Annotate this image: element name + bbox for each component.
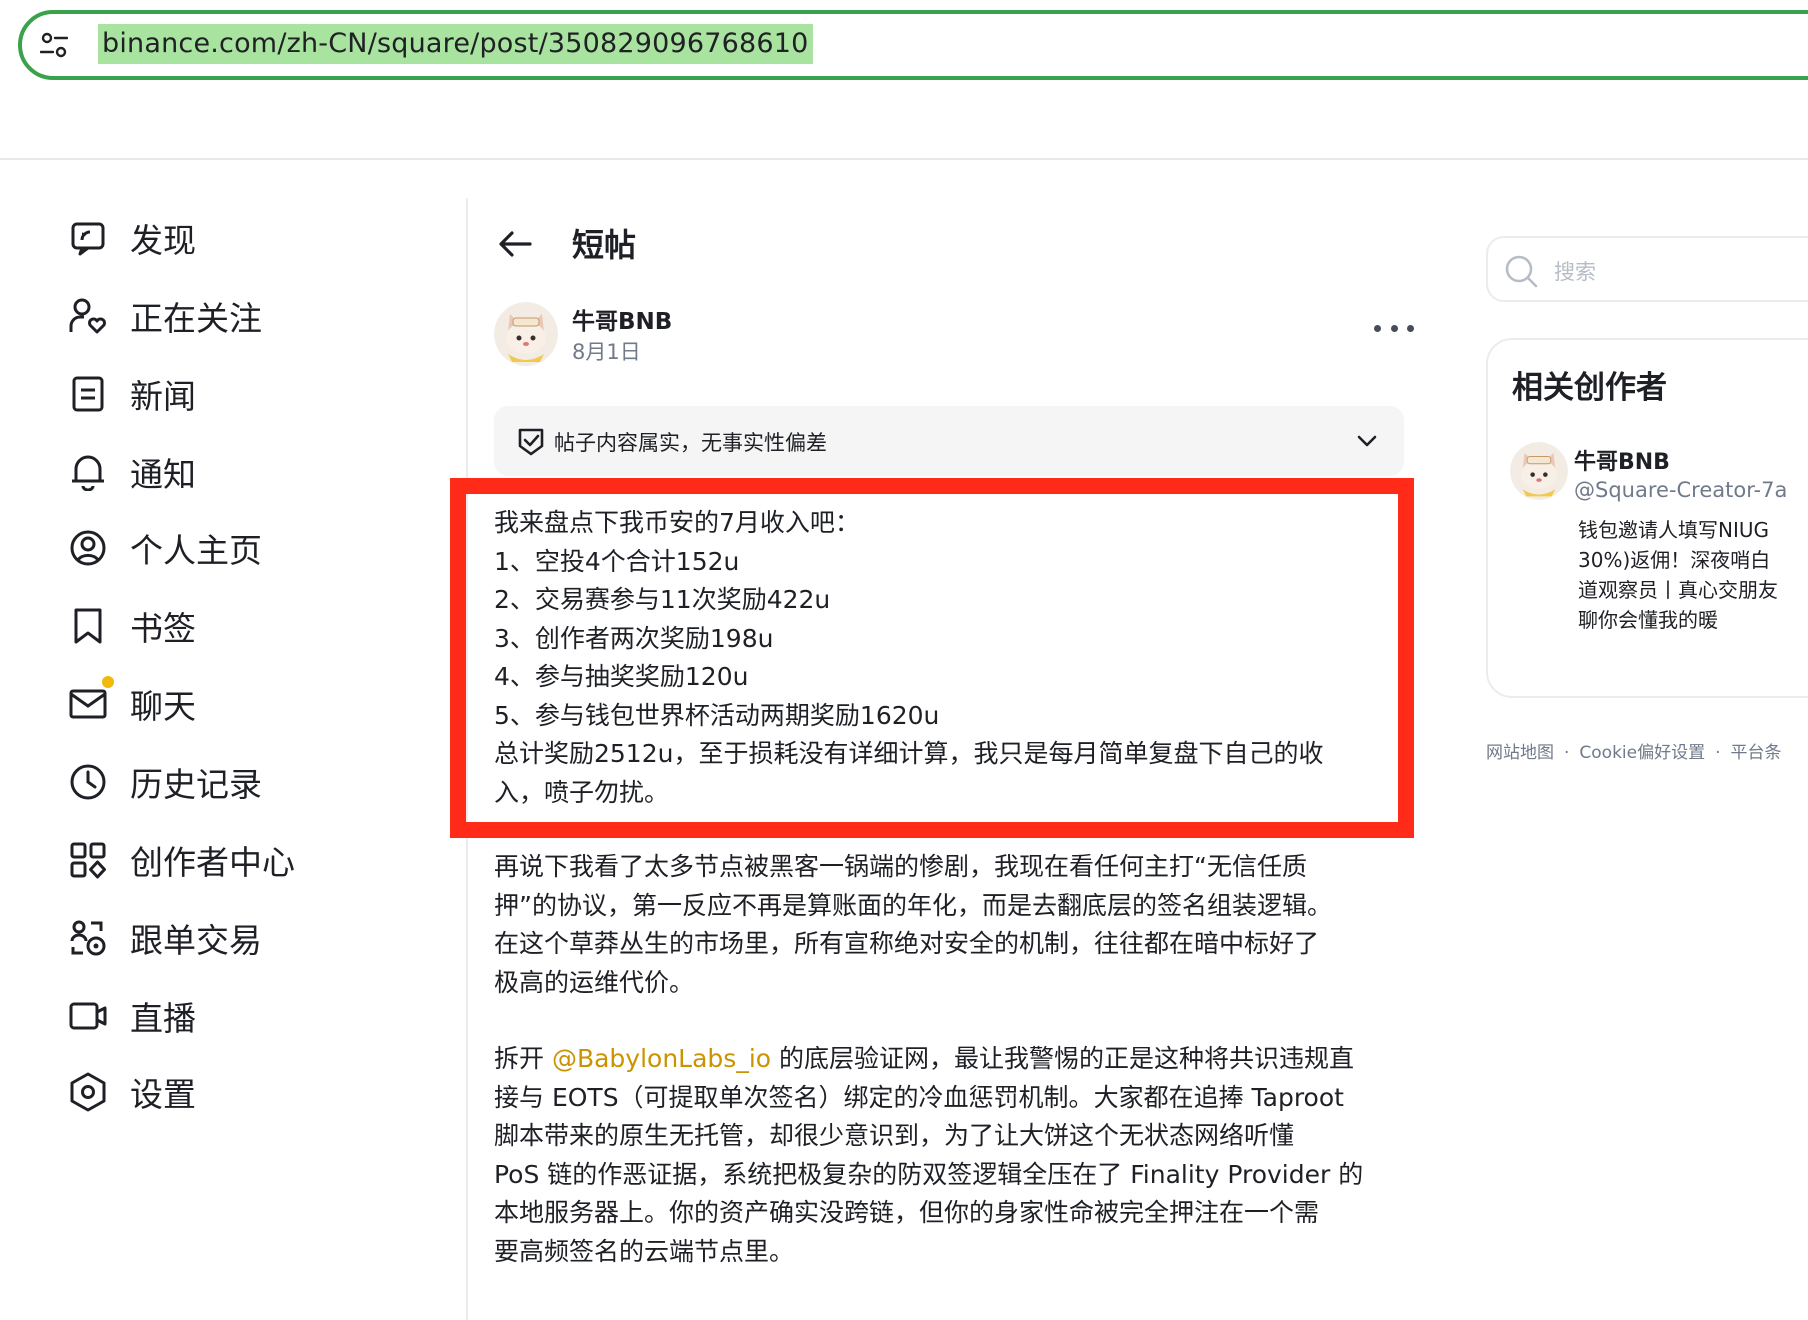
bookmark-icon [66, 604, 110, 648]
post-line: 再说下我看了太多节点被黑客一锅端的惨剧，我现在看任何主打“无信任质 [494, 852, 1307, 881]
sidebar-item-label: 设置 [130, 1075, 196, 1114]
search-placeholder: 搜索 [1554, 260, 1596, 284]
news-icon [66, 372, 110, 416]
sidebar-item-bookmarks[interactable]: 书签 [66, 596, 196, 656]
discover-icon [66, 216, 110, 260]
browser-toolbar: binance.com/zh-CN/square/post/3508290967… [0, 0, 1808, 160]
creator-bio: 钱包邀请人填写NIUG 30%)返佣！深夜哨白 道观察员丨真心交朋友 聊你会懂我… [1578, 515, 1808, 635]
fact-check-text: 帖子内容属实，无事实性偏差 [554, 431, 827, 455]
bell-icon [66, 450, 110, 494]
sidebar-item-label: 书签 [130, 609, 196, 648]
grid-icon [66, 838, 110, 882]
post-content-highlighted: 我来盘点下我币安的7月收入吧： 1、空投4个合计152u 2、交易赛参与11次奖… [494, 504, 1404, 812]
sidebar-item-discover[interactable]: 发现 [66, 208, 196, 268]
post-line: 5、参与钱包世界杯活动两期奖励1620u [494, 700, 940, 730]
sidebar-item-label: 聊天 [130, 687, 196, 726]
sidebar-item-label: 发现 [130, 221, 196, 260]
address-bar[interactable]: binance.com/zh-CN/square/post/3508290967… [18, 10, 1808, 80]
search-input[interactable]: 搜索 [1486, 236, 1808, 302]
post-line: 脚本带来的原生无托管，却很少意识到，为了让大饼这个无状态网络听懂 [494, 1121, 1295, 1150]
post-line: 要高频签名的云端节点里。 [494, 1236, 795, 1266]
footer-links: 网站地图 · Cookie偏好设置 · 平台条 [1486, 738, 1782, 763]
right-panel: 搜索 相关创作者 牛哥BNB @Square-Creator-7a 钱包邀请人填… [1434, 198, 1808, 1320]
post-line: 2、交易赛参与11次奖励422u [494, 585, 831, 614]
url-text[interactable]: binance.com/zh-CN/square/post/3508290967… [98, 24, 813, 64]
video-icon [66, 994, 110, 1038]
mention-link[interactable]: @BabylonLabs_io [552, 1044, 771, 1073]
post-line: 极高的运维代价。 [494, 967, 695, 997]
more-options-icon[interactable] [1374, 318, 1414, 338]
post-line: 4、参与抽奖奖励120u [494, 662, 749, 691]
post-line: 我来盘点下我币安的7月收入吧： [494, 508, 860, 537]
post-date: 8月1日 [572, 340, 641, 364]
creator-avatar[interactable] [1510, 442, 1568, 500]
page-title: 短帖 [572, 226, 637, 264]
author-name[interactable]: 牛哥BNB [572, 302, 672, 336]
settings-icon [66, 1070, 110, 1114]
sidebar-item-label: 直播 [130, 999, 196, 1038]
footer-link-cookie[interactable]: Cookie偏好设置 [1579, 743, 1705, 763]
sidebar-item-label: 正在关注 [130, 299, 262, 338]
fact-check-banner[interactable]: 帖子内容属实，无事实性偏差 [494, 406, 1404, 476]
following-icon [66, 294, 110, 338]
separator-dot: · [1715, 743, 1721, 763]
sidebar-item-label: 跟单交易 [130, 921, 262, 960]
sidebar-item-label: 个人主页 [130, 531, 262, 570]
sidebar-item-label: 创作者中心 [130, 843, 295, 882]
mail-icon [66, 676, 114, 726]
post-line: 在这个草莽丛生的市场里，所有宣称绝对安全的机制，往往都在暗中标好了 [494, 929, 1320, 958]
post-line: 入，喷子勿扰。 [494, 777, 670, 807]
sidebar-nav: 发现 正在关注 新闻 通知 个人主页 书签 聊天 历史记录 创作者中心 跟单交易… [0, 198, 468, 1320]
sidebar-item-copy-trading[interactable]: 跟单交易 [66, 908, 262, 968]
sidebar-item-creator-center[interactable]: 创作者中心 [66, 830, 295, 890]
sidebar-item-chat[interactable]: 聊天 [66, 674, 196, 734]
footer-link-sitemap[interactable]: 网站地图 [1486, 743, 1554, 763]
post-line: 拆开 @BabylonLabs_io 的底层验证网，最让我警惕的正是这种将共识违… [494, 1040, 1404, 1079]
separator-dot: · [1564, 743, 1570, 763]
sidebar-item-settings[interactable]: 设置 [66, 1062, 196, 1122]
post-line: 总计奖励2512u，至于损耗没有详细计算，我只是每月简单复盘下自己的收 [494, 739, 1324, 768]
sidebar-item-profile[interactable]: 个人主页 [66, 518, 262, 578]
bio-line: 30%)返佣！深夜哨白 [1578, 548, 1771, 572]
back-arrow-icon[interactable] [496, 226, 536, 262]
shield-check-icon [518, 428, 544, 456]
copy-trade-icon [66, 916, 110, 960]
footer-link-terms[interactable]: 平台条 [1731, 743, 1782, 763]
sidebar-item-following[interactable]: 正在关注 [66, 286, 262, 346]
sidebar-item-notifications[interactable]: 通知 [66, 442, 196, 502]
post-line: 1、空投4个合计152u [494, 546, 740, 576]
post-line: 押”的协议，第一反应不再是算账面的年化，而是去翻底层的签名组装逻辑。 [494, 890, 1332, 920]
post-text: 拆开 [494, 1044, 552, 1073]
post-detail: 短帖 牛哥BNB 8月1日 帖子内容属实，无事实性偏差 我来盘点下我币安的7月收… [450, 198, 1432, 1320]
post-line: PoS 链的作恶证据，系统把极复杂的防双签逻辑全压在了 Finality Pro… [494, 1159, 1364, 1189]
bio-line: 钱包邀请人填写NIUG [1578, 518, 1769, 542]
post-content-continued: 再说下我看了太多节点被黑客一锅端的惨剧，我现在看任何主打“无信任质 押”的协议，… [494, 848, 1404, 1271]
author-avatar[interactable] [494, 302, 558, 366]
post-text: 的底层验证网，最让我警惕的正是这种将共识违规直 [771, 1044, 1355, 1073]
bio-line: 道观察员丨真心交朋友 [1578, 578, 1778, 602]
related-creators-card: 相关创作者 牛哥BNB @Square-Creator-7a 钱包邀请人填写NI… [1486, 338, 1808, 698]
sidebar-item-live[interactable]: 直播 [66, 986, 196, 1046]
sidebar-item-label: 新闻 [130, 377, 196, 416]
sidebar-item-label: 历史记录 [130, 765, 262, 804]
chevron-down-icon [1357, 435, 1377, 447]
creator-name[interactable]: 牛哥BNB [1574, 444, 1670, 476]
post-line: 本地服务器上。你的资产确实没跨链，但你的身家性命被完全押注在一个需 [494, 1198, 1320, 1227]
search-icon [1505, 255, 1538, 288]
profile-icon [66, 526, 110, 570]
sidebar-item-label: 通知 [130, 455, 196, 494]
clock-icon [66, 760, 110, 804]
sidebar-item-history[interactable]: 历史记录 [66, 752, 262, 812]
post-line: 3、创作者两次奖励198u [494, 623, 774, 653]
post-line: 接与 EOTS（可提取单次签名）绑定的冷血惩罚机制。大家都在追捧 Taproot [494, 1082, 1344, 1112]
sidebar-item-news[interactable]: 新闻 [66, 364, 196, 424]
creator-handle: @Square-Creator-7a [1574, 478, 1788, 502]
unread-dot [102, 676, 114, 688]
related-creators-title: 相关创作者 [1512, 370, 1667, 406]
site-settings-icon[interactable] [40, 32, 68, 58]
bio-line: 聊你会懂我的暖 [1578, 608, 1718, 632]
